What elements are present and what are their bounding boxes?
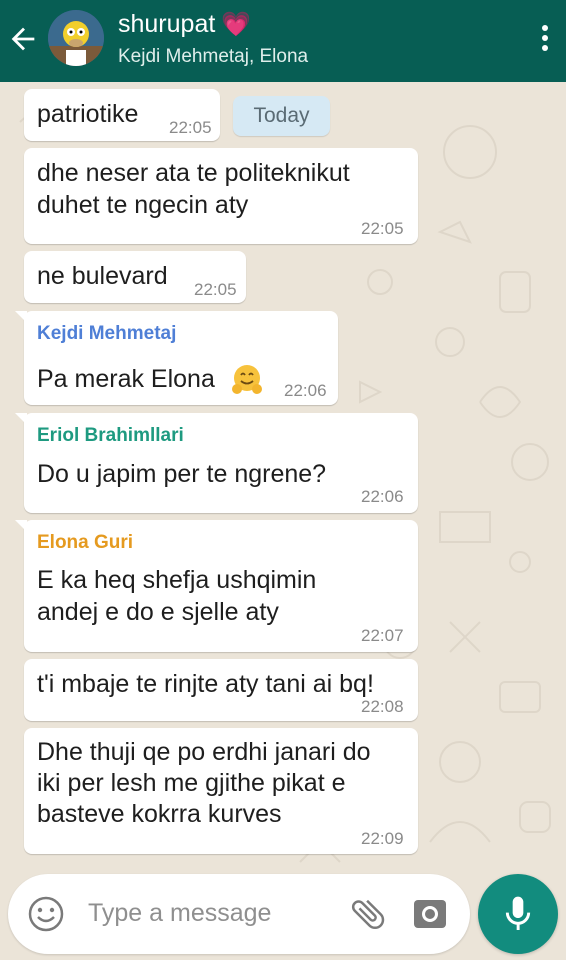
camera-button[interactable] [410,894,450,934]
message-time: 22:05 [194,280,237,299]
message-sender[interactable]: Elona Guri [37,532,133,554]
message-bubble[interactable]: patriotike 22:05 [24,89,220,141]
message-bubble[interactable]: Eriol Brahimllari Do u japim per te ngre… [15,413,418,513]
message-text: Do u japim per te ngrene? [37,460,327,488]
message-bubble[interactable]: Dhe thuji qe po erdhi janari do iki per … [24,728,418,854]
message-bubble[interactable]: ne bulevard 22:05 [24,251,246,303]
attach-button[interactable] [348,894,388,934]
message-time: 22:07 [361,626,404,645]
bubble-tail [15,413,27,425]
bubble-tail [15,311,27,323]
message-text: duhet te ngecin aty [37,191,249,219]
message-composer: Type a message [8,874,470,954]
camera-icon [414,900,446,928]
hugging-face-icon [230,363,264,402]
group-avatar[interactable] [48,10,104,66]
emoji-button[interactable] [26,894,66,934]
message-text: basteve kokrra kurves [37,800,282,828]
heart-icon: 💗 [221,10,252,38]
microphone-icon [505,896,531,930]
message-time: 22:06 [361,487,404,506]
bubble-tail [15,520,27,532]
more-vert-icon [538,25,552,51]
message-time: 22:08 [361,697,404,716]
message-text: iki per lesh me gjithe pikat e [37,769,346,797]
message-sender[interactable]: Eriol Brahimllari [37,425,184,447]
chat-title[interactable]: shurupat 💗 [118,10,251,39]
message-sender[interactable]: Kejdi Mehmetaj [37,323,176,345]
message-bubble[interactable]: dhe neser ata te politeknikut duhet te n… [24,148,418,244]
message-text: dhe neser ata te politeknikut [37,159,350,187]
message-bubble[interactable]: t'i mbaje te rinjte aty tani ai bq! 22:0… [24,659,418,721]
message-bubble[interactable]: Kejdi Mehmetaj Pa merak Elona 22:06 [15,311,338,405]
chat-participants[interactable]: Kejdi Mehmetaj, Elona [118,46,308,68]
message-text: E ka heq shefja ushqimin [37,566,317,594]
message-text: patriotike [37,100,139,128]
message-text: t'i mbaje te rinjte aty tani ai bq! [37,670,374,698]
message-input[interactable]: Type a message [88,899,271,928]
date-divider: Today [233,96,330,136]
message-text: Pa merak Elona [37,365,215,393]
message-text: andej e do e sjelle aty [37,598,279,626]
chat-title-text: shurupat [118,10,216,38]
message-bubble[interactable]: Elona Guri E ka heq shefja ushqimin ande… [15,520,418,652]
back-button[interactable] [6,22,40,56]
more-options-button[interactable] [538,22,552,56]
message-text: ne bulevard [37,262,168,290]
arrow-left-icon [11,27,35,51]
paperclip-icon [351,899,385,930]
message-time: 22:09 [361,829,404,848]
emoji-icon [28,896,64,932]
chat-header: shurupat 💗 Kejdi Mehmetaj, Elona [0,0,566,82]
microphone-button[interactable] [478,874,558,954]
message-time: 22:05 [361,219,404,238]
message-text: Dhe thuji qe po erdhi janari do [37,738,371,766]
message-time: 22:05 [169,118,212,137]
message-time: 22:06 [284,381,327,400]
